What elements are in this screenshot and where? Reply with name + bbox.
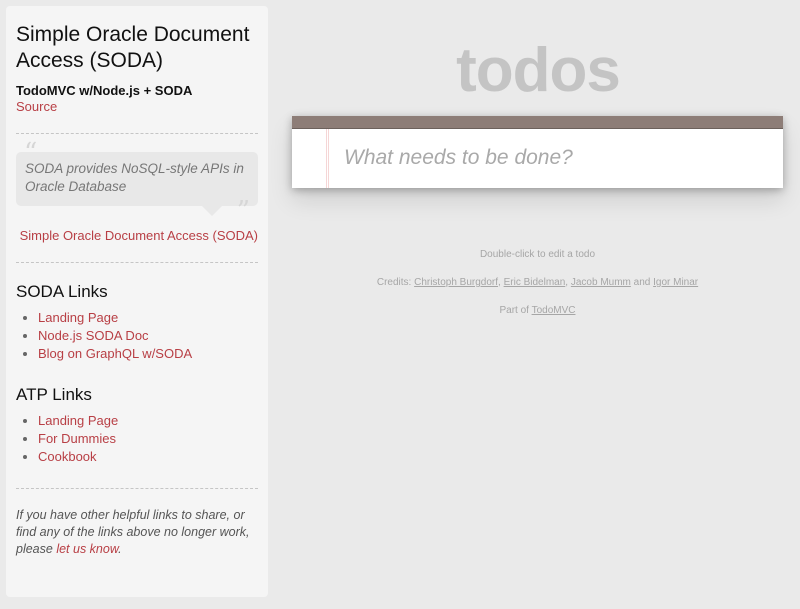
list-item: Cookbook [38,448,258,466]
credits-label: Credits: [376,277,412,288]
learn-sidebar: Simple Oracle Document Access (SODA) Tod… [6,6,268,597]
quote-source: Simple Oracle Document Access (SODA) [16,228,258,244]
divider [16,488,258,489]
footnote-end: . [118,542,122,556]
sidebar-footnote: If you have other helpful links to share… [16,507,258,558]
credit-link[interactable]: Christoph Burgdorf [414,277,498,288]
list-item: Node.js SODA Doc [38,327,258,345]
app-title: todos [456,36,621,105]
close-quote-icon: ” [236,196,250,226]
divider [16,262,258,263]
credits-separator: , [498,277,501,288]
sidebar-subtitle: TodoMVC w/Node.js + SODA [16,83,193,98]
quote-text: SODA provides NoSQL-style APIs in Oracle… [25,161,244,194]
nodejs-soda-doc-link[interactable]: Node.js SODA Doc [38,328,149,343]
speech-bubble-tail [202,206,222,216]
atp-links-list: Landing Page For Dummies Cookbook [16,412,258,466]
todomvc-link[interactable]: TodoMVC [532,305,576,316]
source-link[interactable]: Source [16,99,258,115]
info-footer: Double-click to edit a todo Credits: Chr… [292,248,783,332]
credits-separator: , [565,277,569,288]
speech-bubble-quote: “ SODA provides NoSQL-style APIs in Orac… [16,140,258,224]
credit-link[interactable]: Jacob Mumm [571,277,631,288]
list-item: Blog on GraphQL w/SODA [38,345,258,363]
cookbook-link[interactable]: Cookbook [38,449,97,464]
open-quote-icon: “ [24,138,38,168]
quote-source-link[interactable]: Simple Oracle Document Access (SODA) [20,228,258,243]
graphql-blog-link[interactable]: Blog on GraphQL w/SODA [38,346,192,361]
credit-link[interactable]: Eric Bidelman [504,277,566,288]
edit-hint: Double-click to edit a todo [479,249,596,260]
header-band [292,116,783,129]
for-dummies-link[interactable]: For Dummies [38,431,116,446]
part-of-line: Part of TodoMVC [292,304,783,318]
new-todo-input[interactable] [332,129,772,187]
part-of-label: Part of [499,305,529,316]
todo-app [292,116,783,188]
divider [16,133,258,134]
list-item: Landing Page [38,412,258,430]
let-us-know-link[interactable]: let us know [56,542,118,556]
notebook-margin-line [326,129,329,188]
atp-links-heading: ATP Links [16,385,92,404]
soda-links-heading: SODA Links [16,282,108,301]
list-item: For Dummies [38,430,258,448]
credit-link[interactable]: Igor Minar [653,277,698,288]
sidebar-title: Simple Oracle Document Access (SODA) [16,23,250,72]
soda-links-list: Landing Page Node.js SODA Doc Blog on Gr… [16,309,258,363]
footnote-text: If you have other helpful links to share… [16,508,250,556]
credits-line: Credits: Christoph Burgdorf, Eric Bidelm… [292,276,783,290]
list-item: Landing Page [38,309,258,327]
credits-and: and [633,277,651,288]
atp-landing-page-link[interactable]: Landing Page [38,413,118,428]
soda-landing-page-link[interactable]: Landing Page [38,310,118,325]
